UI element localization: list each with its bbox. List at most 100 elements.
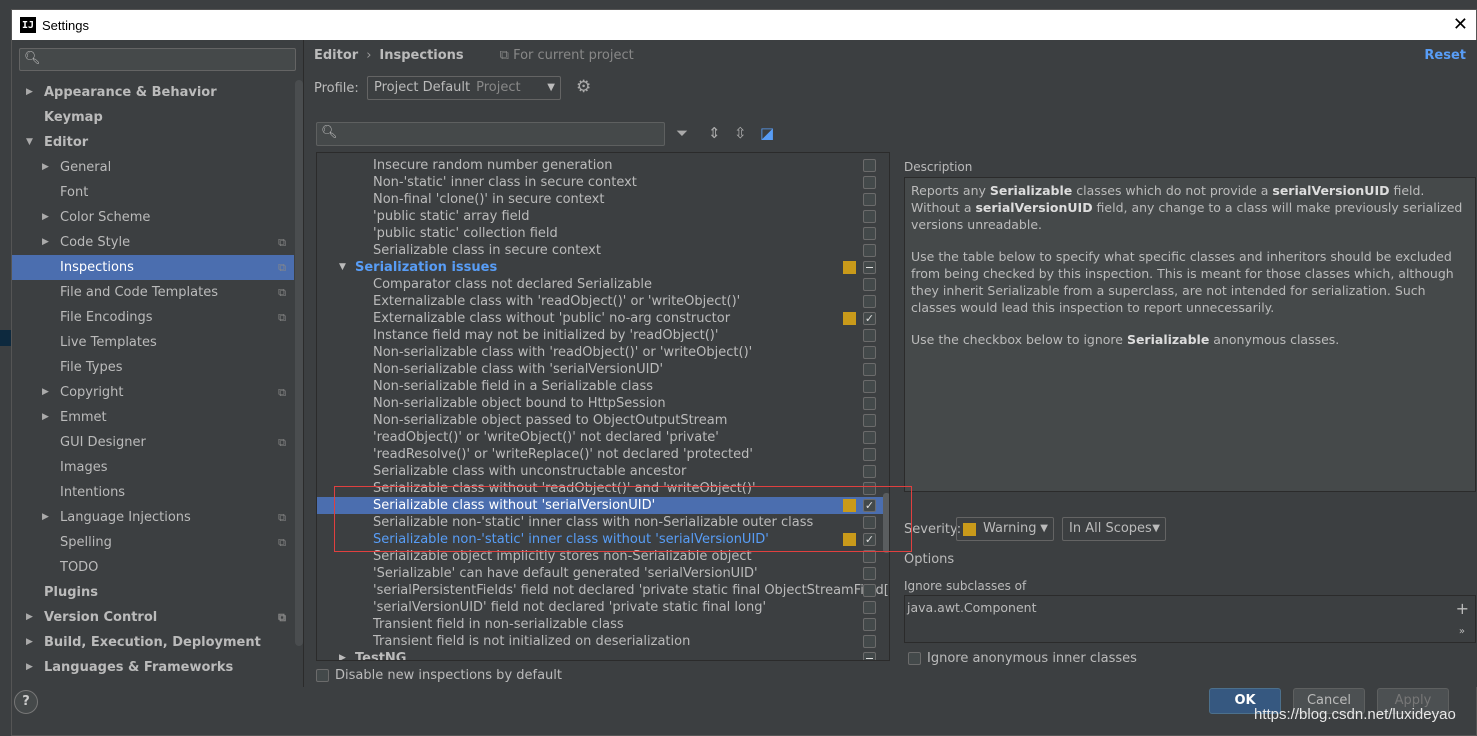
inspection-checkbox[interactable] (863, 601, 876, 614)
profile-select[interactable]: Project Default Project ▼ (367, 76, 561, 100)
sidebar-item-inspections[interactable]: Inspections ⧉ (12, 255, 294, 280)
inspection-checkbox[interactable] (863, 414, 876, 427)
inspection-row[interactable]: Transient field is not initialized on de… (317, 633, 883, 650)
inspection-checkbox[interactable] (863, 346, 876, 359)
sidebar-item-build-execution-deployment[interactable]: ▶ Build, Execution, Deployment (12, 630, 294, 655)
filter-icon[interactable]: ⏷ (676, 124, 688, 142)
settings-search-input[interactable]: 🔍︎ (19, 48, 296, 71)
inspection-group[interactable]: ▶ TestNG (317, 650, 883, 660)
breadcrumb-editor[interactable]: Editor (314, 48, 358, 63)
chevron-right-icon[interactable]: ▶ (42, 230, 49, 255)
reset-link[interactable]: Reset (1424, 48, 1466, 63)
sidebar-item-appearance-behavior[interactable]: ▶ Appearance & Behavior (12, 80, 294, 105)
inspection-row[interactable]: 'public static' collection field (317, 225, 883, 242)
chevron-right-icon[interactable]: ▶ (26, 605, 33, 630)
chevron-right-icon[interactable]: ▶ (42, 380, 49, 405)
sidebar-item-plugins[interactable]: Plugins (12, 580, 294, 605)
disable-new-row[interactable]: Disable new inspections by default (316, 668, 562, 683)
sidebar-item-color-scheme[interactable]: ▶ Color Scheme (12, 205, 294, 230)
sidebar-item-gui-designer[interactable]: GUI Designer ⧉ (12, 430, 294, 455)
inspection-checkbox[interactable] (863, 244, 876, 257)
inspection-checkbox[interactable] (863, 329, 876, 342)
inspection-row[interactable]: Externalizable class without 'public' no… (317, 310, 883, 327)
inspection-checkbox[interactable] (863, 278, 876, 291)
gear-icon[interactable]: ⚙ (576, 77, 591, 97)
inspection-checkbox[interactable] (863, 618, 876, 631)
sidebar-item-todo[interactable]: TODO (12, 555, 294, 580)
chevron-right-icon[interactable]: ▶ (42, 505, 49, 530)
inspection-row[interactable]: 'public static' array field (317, 208, 883, 225)
sidebar-item-languages-frameworks[interactable]: ▶ Languages & Frameworks (12, 655, 294, 680)
inspection-checkbox[interactable] (863, 380, 876, 393)
inspection-checkbox[interactable] (863, 295, 876, 308)
scope-select[interactable]: In All Scopes ▼ (1062, 517, 1166, 541)
close-icon[interactable]: ✕ (1453, 14, 1468, 35)
inspection-checkbox[interactable] (863, 210, 876, 223)
chevron-down-icon[interactable]: ▼ (26, 130, 33, 155)
inspection-checkbox[interactable] (863, 193, 876, 206)
inspection-checkbox[interactable] (863, 465, 876, 478)
inspection-checkbox[interactable] (863, 635, 876, 648)
sidebar-item-general[interactable]: ▶ General (12, 155, 294, 180)
inspection-row[interactable]: Instance field may not be initialized by… (317, 327, 883, 344)
inspection-row[interactable]: 'readObject()' or 'writeObject()' not de… (317, 429, 883, 446)
sidebar-item-spelling[interactable]: Spelling ⧉ (12, 530, 294, 555)
sidebar-item-editor[interactable]: ▼ Editor (12, 130, 294, 155)
sidebar-item-intentions[interactable]: Intentions (12, 480, 294, 505)
add-icon[interactable]: + (1456, 599, 1469, 618)
severity-select[interactable]: Warning ▼ (956, 517, 1054, 541)
inspection-row[interactable]: Externalizable class with 'readObject()'… (317, 293, 883, 310)
chevron-right-icon[interactable]: ▶ (42, 205, 49, 230)
sidebar-item-file-types[interactable]: File Types (12, 355, 294, 380)
inspection-row[interactable]: Non-serializable field in a Serializable… (317, 378, 883, 395)
chevron-down-icon[interactable]: ▼ (339, 259, 346, 276)
inspection-row[interactable]: Non-'static' inner class in secure conte… (317, 174, 883, 191)
chevron-right-icon[interactable]: ▶ (26, 655, 33, 680)
disable-new-checkbox[interactable] (316, 669, 329, 682)
inspection-checkbox[interactable] (863, 176, 876, 189)
inspection-checkbox[interactable] (863, 397, 876, 410)
sidebar-item-file-encodings[interactable]: File Encodings ⧉ (12, 305, 294, 330)
inspection-row[interactable]: Non-serializable class with 'readObject(… (317, 344, 883, 361)
ignore-subclass-item[interactable]: java.awt.Component (907, 600, 1037, 615)
sidebar-item-live-templates[interactable]: Live Templates (12, 330, 294, 355)
chevron-right-icon[interactable]: ▶ (26, 630, 33, 655)
chevron-right-icon[interactable]: ▶ (26, 80, 33, 105)
chevron-right-icon[interactable]: ▶ (42, 155, 49, 180)
inspection-search-input[interactable]: 🔍︎ (316, 122, 665, 146)
inspection-row[interactable]: 'Serializable' can have default generate… (317, 565, 883, 582)
inspection-checkbox[interactable] (863, 448, 876, 461)
more-icon[interactable]: » (1459, 626, 1465, 637)
inspection-row[interactable]: Serializable class in secure context (317, 242, 883, 259)
inspection-checkbox[interactable] (863, 431, 876, 444)
chevron-right-icon[interactable]: ▶ (42, 405, 49, 430)
sidebar-item-copyright[interactable]: ▶ Copyright ⧉ (12, 380, 294, 405)
inspection-row[interactable]: Non-serializable class with 'serialVersi… (317, 361, 883, 378)
inspection-row[interactable]: Insecure random number generation (317, 157, 883, 174)
sidebar-item-images[interactable]: Images (12, 455, 294, 480)
inspection-checkbox[interactable] (863, 159, 876, 172)
sidebar-scrollbar[interactable] (295, 80, 303, 646)
sidebar-item-keymap[interactable]: Keymap (12, 105, 294, 130)
inspection-row[interactable]: Non-serializable object bound to HttpSes… (317, 395, 883, 412)
ignore-anonymous-row[interactable]: Ignore anonymous inner classes (908, 651, 1137, 666)
sidebar-item-emmet[interactable]: ▶ Emmet (12, 405, 294, 430)
inspection-row[interactable]: 'readResolve()' or 'writeReplace()' not … (317, 446, 883, 463)
inspection-checkbox[interactable] (863, 567, 876, 580)
sidebar-item-file-and-code-templates[interactable]: File and Code Templates ⧉ (12, 280, 294, 305)
inspection-row[interactable]: 'serialPersistentFields' field not decla… (317, 582, 889, 599)
inspection-checkbox[interactable] (863, 584, 876, 597)
inspection-row[interactable]: Serializable class with unconstructable … (317, 463, 883, 480)
expand-all-icon[interactable]: ⇕ (708, 124, 721, 142)
inspection-group[interactable]: ▼ Serialization issues (317, 259, 883, 276)
ignore-anonymous-checkbox[interactable] (908, 652, 921, 665)
sidebar-item-code-style[interactable]: ▶ Code Style ⧉ (12, 230, 294, 255)
inspection-row[interactable]: Comparator class not declared Serializab… (317, 276, 883, 293)
sidebar-item-version-control[interactable]: ▶ Version Control ⧉ (12, 605, 294, 630)
sidebar-item-language-injections[interactable]: ▶ Language Injections ⧉ (12, 505, 294, 530)
inspection-checkbox[interactable] (863, 363, 876, 376)
inspection-row[interactable]: Non-serializable object passed to Object… (317, 412, 883, 429)
inspection-row[interactable]: 'serialVersionUID' field not declared 'p… (317, 599, 883, 616)
inspection-row[interactable]: Non-final 'clone()' in secure context (317, 191, 883, 208)
inspection-checkbox[interactable]: ✓ (863, 312, 876, 325)
